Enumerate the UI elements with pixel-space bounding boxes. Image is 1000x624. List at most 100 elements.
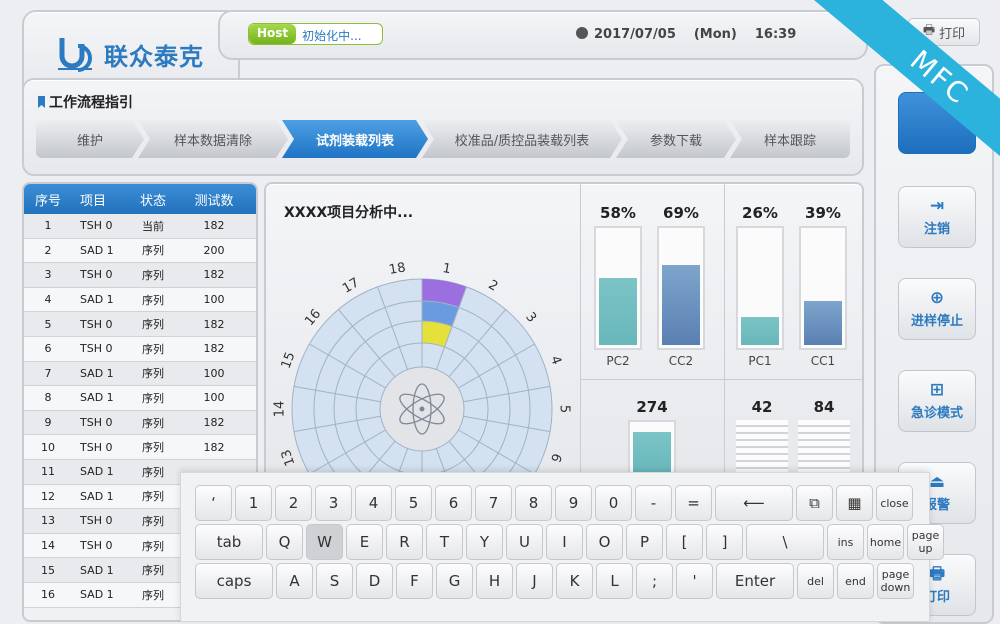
cell-count: 182: [203, 268, 225, 282]
key-[interactable]: ‘: [195, 485, 232, 521]
table-row[interactable]: 1 TSH 0 当前 182: [24, 214, 256, 239]
key-ins[interactable]: ins: [827, 524, 864, 560]
logout-label: 注销: [923, 222, 950, 237]
cell-count: 100: [203, 366, 225, 380]
key-[interactable]: ▦: [836, 485, 873, 521]
table-row[interactable]: 5 TSH 0 序列 182: [24, 312, 256, 337]
gauge-cc1: 39% CC1: [799, 204, 847, 368]
step-calibrator-qc-loading[interactable]: 校准品/质控品装载列表: [422, 120, 622, 158]
key-del[interactable]: del: [797, 563, 834, 599]
key-home[interactable]: home: [867, 524, 904, 560]
key-w[interactable]: W: [306, 524, 343, 560]
cell-count: 182: [203, 219, 225, 233]
step-reagent-loading[interactable]: 试剂装载列表: [282, 120, 428, 158]
stop-sampling-button[interactable]: ⊕ 进样停止: [898, 278, 976, 340]
key-j[interactable]: J: [516, 563, 553, 599]
step-parameter-download[interactable]: 参数下载: [616, 120, 736, 158]
table-row[interactable]: 6 TSH 0 序列 182: [24, 336, 256, 362]
cell-index: 9: [44, 416, 52, 430]
key-6[interactable]: 6: [435, 485, 472, 521]
key-d[interactable]: D: [356, 563, 393, 599]
key-enter[interactable]: Enter: [716, 563, 794, 599]
gauge-tube: [736, 226, 784, 350]
key-k[interactable]: K: [556, 563, 593, 599]
key-[interactable]: [: [666, 524, 703, 560]
key-p[interactable]: P: [626, 524, 663, 560]
key-tab[interactable]: tab: [195, 524, 263, 560]
cell-item: TSH 0: [80, 416, 113, 430]
key-y[interactable]: Y: [466, 524, 503, 560]
cell-index: 13: [41, 514, 55, 528]
step-sample-tracking[interactable]: 样本跟踪: [730, 120, 850, 158]
key-h[interactable]: H: [476, 563, 513, 599]
key-a[interactable]: A: [276, 563, 313, 599]
key-close[interactable]: close: [876, 485, 913, 521]
key-r[interactable]: R: [386, 524, 423, 560]
keyboard-row: ‘1 2 3 4 5 6 7 8 9 0- = ⟵ ⧉ ▦ close: [195, 485, 913, 521]
stop-sampling-icon: ⊕: [929, 288, 945, 308]
workflow-guide: 工作流程指引 维护 样本数据清除 试剂装载列表 校准品/质控品装载列表 参数下载…: [22, 78, 864, 176]
key-0[interactable]: 0: [595, 485, 632, 521]
key-[interactable]: ': [676, 563, 713, 599]
col-index: 序号: [34, 193, 61, 209]
table-row[interactable]: 3 TSH 0 序列 182: [24, 263, 256, 288]
key-1[interactable]: 1: [235, 485, 272, 521]
logout-button[interactable]: ⇥ 注销: [898, 186, 976, 248]
key-9[interactable]: 9: [555, 485, 592, 521]
emergency-mode-button[interactable]: ⊞ 急诊模式: [898, 370, 976, 432]
analysis-title: XXXX项目分析中...: [284, 205, 414, 221]
table-row[interactable]: 2 SAD 1 序列 200: [24, 238, 256, 264]
step-label: 校准品/质控品装载列表: [454, 133, 590, 149]
cell-item: SAD 1: [80, 563, 114, 577]
cell-item: SAD 1: [80, 391, 114, 405]
cell-item: TSH 0: [80, 317, 113, 331]
keyboard-row: caps A S D F G H J K L; ' Enter del end page down: [195, 563, 914, 599]
reagent-wheel: 123456789101112131415161718: [273, 260, 572, 480]
cell-status: 序列: [142, 268, 164, 282]
key-s[interactable]: S: [316, 563, 353, 599]
key-5[interactable]: 5: [395, 485, 432, 521]
key-page-down[interactable]: page down: [877, 563, 914, 599]
table-row[interactable]: 10 TSH 0 序列 182: [24, 435, 256, 460]
key-3[interactable]: 3: [315, 485, 352, 521]
key-f[interactable]: F: [396, 563, 433, 599]
step-maintenance[interactable]: 维护: [36, 120, 144, 158]
key-o[interactable]: O: [586, 524, 623, 560]
key-end[interactable]: end: [837, 563, 874, 599]
table-row[interactable]: 9 TSH 0 序列 182: [24, 410, 256, 436]
key-i[interactable]: I: [546, 524, 583, 560]
table-row[interactable]: 7 SAD 1 序列 100: [24, 361, 256, 387]
table-row[interactable]: 8 SAD 1 序列 100: [24, 386, 256, 411]
key-q[interactable]: Q: [266, 524, 303, 560]
key-4[interactable]: 4: [355, 485, 392, 521]
key-[interactable]: ⟵: [715, 485, 793, 521]
step-label: 试剂装载列表: [315, 133, 394, 149]
key-7[interactable]: 7: [475, 485, 512, 521]
key-[interactable]: \: [746, 524, 824, 560]
key-[interactable]: ]: [706, 524, 743, 560]
table-row[interactable]: 4 SAD 1 序列 100: [24, 287, 256, 313]
key-t[interactable]: T: [426, 524, 463, 560]
key-[interactable]: ⧉: [796, 485, 833, 521]
key-[interactable]: -: [635, 485, 672, 521]
step-sample-data-clear[interactable]: 样本数据清除: [138, 120, 288, 158]
cell-count: 182: [203, 317, 225, 331]
key-u[interactable]: U: [506, 524, 543, 560]
key-[interactable]: =: [675, 485, 712, 521]
col-test-count: 测试数: [194, 193, 234, 209]
cell-status: 序列: [142, 465, 164, 479]
cell-status: 序列: [142, 588, 164, 602]
cell-item: SAD 1: [80, 489, 114, 503]
key-e[interactable]: E: [346, 524, 383, 560]
key-g[interactable]: G: [436, 563, 473, 599]
wheel-label: 14: [273, 401, 288, 418]
key-2[interactable]: 2: [275, 485, 312, 521]
key-page-up[interactable]: page up: [907, 524, 944, 560]
key-caps[interactable]: caps: [195, 563, 273, 599]
key-l[interactable]: L: [596, 563, 633, 599]
key-8[interactable]: 8: [515, 485, 552, 521]
count-lines: [798, 420, 850, 480]
wheel-label: 16: [302, 307, 324, 329]
cell-item: TSH 0: [80, 342, 113, 356]
key-[interactable]: ;: [636, 563, 673, 599]
